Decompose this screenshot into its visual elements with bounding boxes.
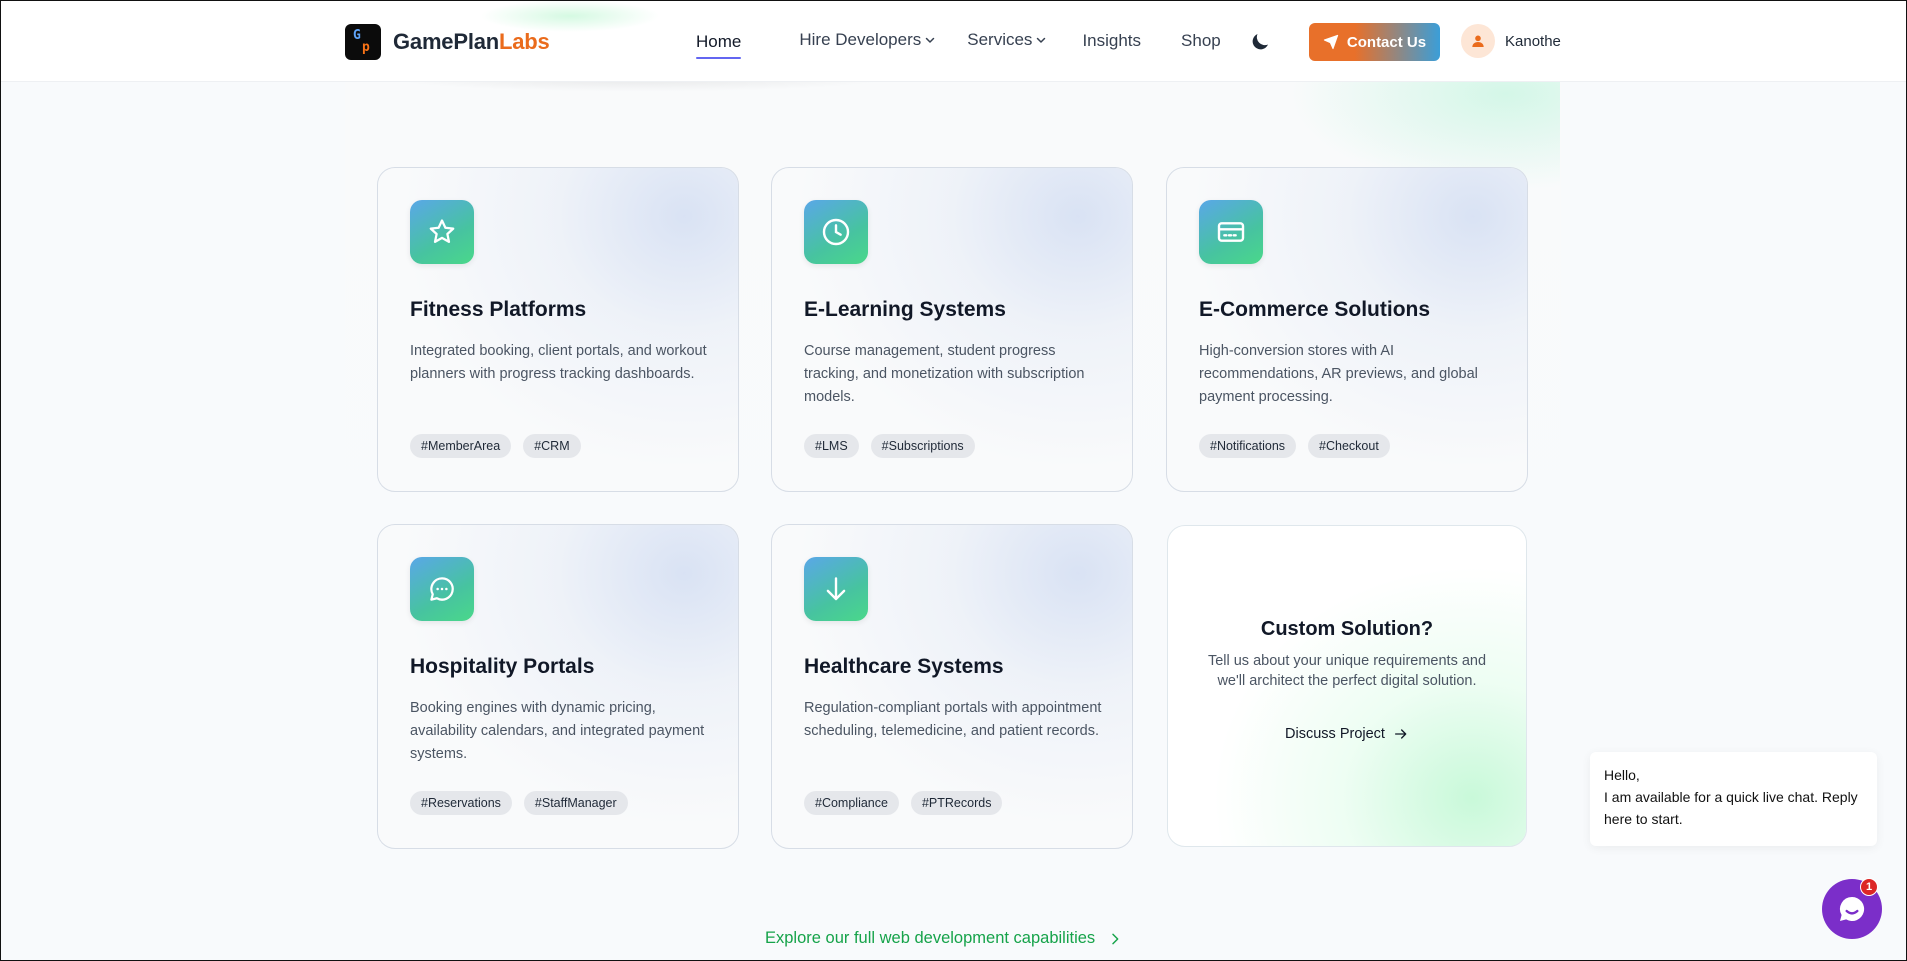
tag[interactable]: #PTRecords xyxy=(910,791,1003,815)
tag[interactable]: #LMS xyxy=(804,434,859,458)
brand-name: GamePlanLabs xyxy=(393,29,550,55)
site-header: G p GamePlanLabs Home Hire Developers Se… xyxy=(0,0,1907,82)
avatar xyxy=(1461,24,1495,58)
card-icon-tile xyxy=(804,200,868,264)
nav-insights[interactable]: Insights xyxy=(1082,31,1141,51)
chat-greeting-bubble[interactable]: Hello, I am available for a quick live c… xyxy=(1590,752,1877,846)
solution-card[interactable]: E-Learning Systems Course management, st… xyxy=(771,167,1133,492)
card-tags: #Reservations #StaffManager xyxy=(410,791,628,815)
solution-card[interactable]: Hospitality Portals Booking engines with… xyxy=(377,524,739,849)
main-nav: Home Hire Developers Services Insights S… xyxy=(696,30,1221,59)
card-description: High-conversion stores with AI recommend… xyxy=(1199,343,1478,405)
tag[interactable]: #Reservations xyxy=(410,791,512,815)
card-tags: #Compliance #PTRecords xyxy=(804,791,1003,815)
chevron-right-icon xyxy=(1112,933,1119,944)
card-description: Regulation-compliant portals with appoin… xyxy=(804,700,1102,739)
custom-solution-description: Tell us about your unique requirements a… xyxy=(1207,653,1487,689)
nav-shop[interactable]: Shop xyxy=(1181,31,1221,51)
user-icon xyxy=(1472,35,1484,47)
card-title: E-Learning Systems xyxy=(804,298,1006,321)
solution-card[interactable]: Fitness Platforms Integrated booking, cl… xyxy=(377,167,739,492)
tag[interactable]: #Notifications xyxy=(1199,434,1297,458)
tag[interactable]: #Subscriptions xyxy=(870,434,975,458)
brand-name-accent: Labs xyxy=(499,29,550,54)
explore-capabilities-link[interactable]: Explore our full web development capabil… xyxy=(765,929,1123,948)
tag[interactable]: #Compliance xyxy=(804,791,899,815)
unread-badge: 1 xyxy=(1860,878,1878,896)
card-title: Hospitality Portals xyxy=(410,655,595,678)
discuss-project-link[interactable]: Discuss Project xyxy=(1168,726,1526,742)
solution-card[interactable]: Healthcare Systems Regulation-compliant … xyxy=(771,524,1133,849)
card-title: Fitness Platforms xyxy=(410,298,587,321)
chevron-down-icon xyxy=(926,37,935,43)
credit-card-icon xyxy=(1217,222,1245,242)
card-description: Course management, student progress trac… xyxy=(804,343,1085,405)
card-icon-tile xyxy=(804,557,868,621)
chat-bubble-icon xyxy=(1839,896,1865,921)
star-icon xyxy=(429,219,455,243)
brand-logo[interactable]: G p GamePlanLabs xyxy=(345,24,550,60)
custom-solution-card: Custom Solution? Tell us about your uniq… xyxy=(1167,525,1527,847)
send-icon xyxy=(1323,34,1339,50)
card-title: Healthcare Systems xyxy=(804,655,1004,678)
card-tags: #MemberArea #CRM xyxy=(410,434,581,458)
tag[interactable]: #StaffManager xyxy=(523,791,628,815)
clock-icon xyxy=(822,218,850,246)
card-description: Booking engines with dynamic pricing, av… xyxy=(410,700,705,762)
tag[interactable]: #MemberArea xyxy=(410,434,512,458)
chat-icon xyxy=(430,577,454,601)
nav-hire-developers[interactable]: Hire Developers xyxy=(799,30,935,50)
logo-mark-icon: G p xyxy=(345,24,381,60)
arrow-down-icon xyxy=(826,577,846,601)
card-icon-tile xyxy=(410,557,474,621)
brand-name-main: GamePlan xyxy=(393,29,500,54)
moon-icon xyxy=(1252,34,1268,50)
custom-solution-title: Custom Solution? xyxy=(1260,618,1434,640)
tag[interactable]: #Checkout xyxy=(1308,434,1390,458)
user-menu[interactable]: Kanothe xyxy=(1461,24,1561,58)
chevron-down-icon xyxy=(1037,37,1046,43)
card-tags: #Notifications #Checkout xyxy=(1199,434,1390,458)
arrow-right-icon xyxy=(1394,729,1407,739)
nav-services[interactable]: Services xyxy=(967,30,1046,50)
card-icon-tile xyxy=(1199,200,1263,264)
card-title: E-Commerce Solutions xyxy=(1199,298,1431,321)
card-tags: #LMS #Subscriptions xyxy=(804,434,975,458)
user-name: Kanothe xyxy=(1505,32,1561,50)
solution-card[interactable]: E-Commerce Solutions High-conversion sto… xyxy=(1166,167,1528,492)
card-icon-tile xyxy=(410,200,474,264)
card-description: Integrated booking, client portals, and … xyxy=(410,343,707,382)
tag[interactable]: #CRM xyxy=(523,434,581,458)
theme-toggle[interactable] xyxy=(1248,30,1272,54)
chat-message: I am available for a quick live chat. Re… xyxy=(1604,789,1858,827)
nav-home[interactable]: Home xyxy=(696,32,742,59)
contact-us-button[interactable]: Contact Us xyxy=(1309,23,1440,61)
chat-greeting: Hello, xyxy=(1604,767,1640,783)
